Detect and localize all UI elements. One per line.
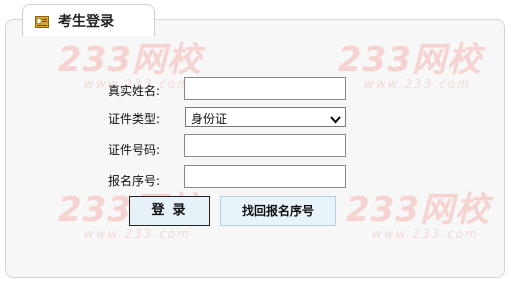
tab-login: 考生登录 (22, 4, 155, 36)
watermark-logo: 233网校 www.233.com (338, 42, 482, 90)
id-type-select[interactable]: 身份证 (185, 107, 346, 127)
id-card-icon (35, 13, 49, 28)
name-input[interactable] (184, 77, 346, 100)
id-number-input[interactable] (184, 134, 346, 157)
name-label: 真实姓名: (108, 84, 161, 98)
id-number-label: 证件号码: (108, 143, 161, 157)
login-button[interactable]: 登录 (129, 196, 210, 226)
watermark-text: 233网校 (346, 190, 490, 230)
watermark-url: www.233.com (372, 227, 479, 241)
watermark-url: www.233.com (84, 227, 191, 241)
watermark-url: www.233.com (364, 77, 471, 91)
watermark-text: 233网校 (58, 40, 202, 80)
watermark-text: 233网校 (338, 40, 482, 80)
id-type-label: 证件类型: (108, 112, 161, 126)
reg-number-label: 报名序号: (108, 174, 161, 188)
login-page: 233网校 www.233.com 233网校 www.233.com 233网… (0, 0, 509, 284)
tab-title: 考生登录 (58, 14, 114, 30)
id-type-value: 身份证 (191, 112, 228, 126)
reg-number-input[interactable] (184, 165, 346, 188)
chevron-down-icon (330, 113, 341, 124)
find-reg-number-button[interactable]: 找回报名序号 (220, 196, 336, 226)
watermark-logo: 233网校 www.233.com (346, 192, 490, 240)
